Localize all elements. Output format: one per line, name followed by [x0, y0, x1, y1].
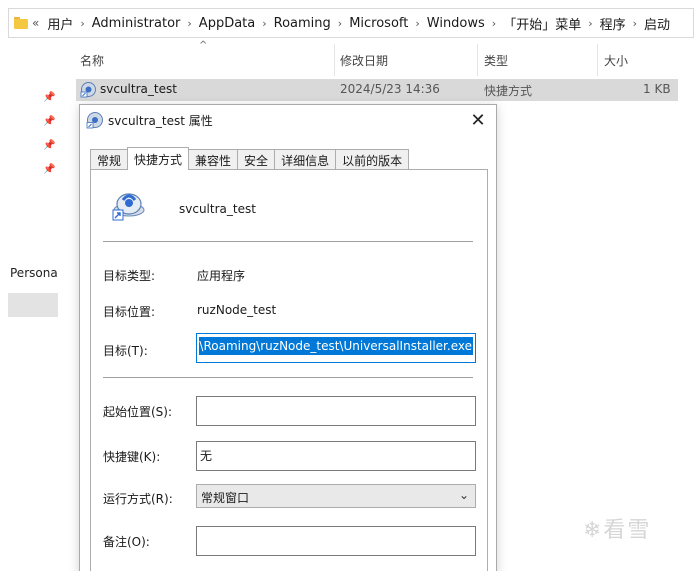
dialog-title: svcultra_test 属性	[108, 114, 213, 128]
start-in-label: 起始位置(S):	[103, 405, 173, 419]
breadcrumb-item[interactable]: Microsoft	[345, 16, 412, 31]
shortcut-key-field[interactable]: 无	[196, 441, 476, 471]
pin-icon[interactable]: 📌	[43, 92, 55, 103]
target-type-value: 应用程序	[197, 269, 246, 283]
file-name: svcultra_test	[100, 82, 177, 96]
dialog-titlebar[interactable]: svcultra_test 属性 ✕	[80, 105, 496, 135]
nav-item-personal[interactable]: Persona	[10, 266, 58, 280]
comment-label: 备注(O):	[103, 535, 150, 549]
address-bar[interactable]: « 用户 › Administrator › AppData › Roaming…	[8, 8, 694, 38]
file-row[interactable]: svcultra_test 2024/5/23 14:36 快捷方式 1 KB	[76, 79, 678, 101]
breadcrumb-item[interactable]: AppData	[195, 16, 259, 31]
comment-field[interactable]	[196, 526, 476, 556]
shortcut-app-icon	[80, 82, 96, 98]
breadcrumb-chevron-icon[interactable]: ›	[489, 17, 499, 30]
breadcrumb-chevron-icon[interactable]: ›	[184, 17, 194, 30]
divider	[103, 377, 473, 378]
application-name: svcultra_test	[179, 202, 256, 216]
divider	[103, 241, 473, 242]
file-date: 2024/5/23 14:36	[340, 82, 440, 96]
nav-item-selected[interactable]	[8, 293, 58, 317]
column-header-type[interactable]: 类型	[484, 44, 508, 76]
tab-panel-shortcut: svcultra_test 目标类型: 应用程序 目标位置: ruzNode_t…	[90, 169, 488, 571]
target-label: 目标(T):	[103, 344, 148, 358]
pin-icon[interactable]: 📌	[43, 164, 55, 175]
tab-compatibility[interactable]: 兼容性	[188, 149, 239, 170]
tab-previous-versions[interactable]: 以前的版本	[335, 149, 410, 170]
tab-security[interactable]: 安全	[237, 149, 276, 170]
target-type-label: 目标类型:	[103, 269, 156, 283]
breadcrumb-item[interactable]: 启动	[640, 14, 674, 33]
breadcrumb-item[interactable]: 用户	[43, 14, 77, 33]
target-location-label: 目标位置:	[103, 305, 156, 319]
column-header-name[interactable]: 名称	[80, 44, 104, 76]
file-type: 快捷方式	[484, 84, 533, 98]
breadcrumb-chevron-icon[interactable]: ›	[630, 17, 640, 30]
tab-details[interactable]: 详细信息	[274, 149, 337, 170]
folder-icon	[14, 17, 28, 29]
properties-dialog: svcultra_test 属性 ✕ 常规 快捷方式 兼容性 安全 详细信息 以…	[79, 104, 497, 571]
close-button[interactable]: ✕	[460, 105, 496, 135]
chevron-down-icon: ⌄	[458, 488, 469, 502]
run-label: 运行方式(R):	[103, 492, 173, 506]
close-icon: ✕	[470, 109, 486, 131]
shortcut-key-label: 快捷键(K):	[103, 450, 161, 464]
column-divider[interactable]	[334, 44, 335, 76]
shortcut-app-icon	[86, 112, 103, 129]
tab-general[interactable]: 常规	[90, 149, 129, 170]
start-in-field[interactable]	[196, 396, 476, 426]
target-field[interactable]: a\Roaming\ruzNode_test\UniversalInstalle…	[196, 333, 476, 363]
tab-shortcut[interactable]: 快捷方式	[127, 147, 190, 170]
target-field-value: a\Roaming\ruzNode_test\UniversalInstalle…	[199, 337, 473, 355]
breadcrumb-chevron-icon[interactable]: ›	[335, 17, 345, 30]
sort-up-icon: ^	[199, 40, 208, 51]
run-select[interactable]: 常规窗口 ⌄	[196, 484, 476, 508]
breadcrumb-item[interactable]: 程序	[596, 14, 630, 33]
tab-bar: 常规 快捷方式 兼容性 安全 详细信息 以前的版本	[90, 147, 410, 170]
file-size: 1 KB	[643, 82, 671, 96]
watermark-logo: ❄看雪	[583, 518, 652, 543]
breadcrumb-item[interactable]: Administrator	[88, 16, 185, 31]
run-select-value: 常规窗口	[201, 491, 250, 505]
application-icon	[112, 193, 145, 221]
breadcrumb-chevron-icon[interactable]: ›	[77, 17, 87, 30]
breadcrumb-item[interactable]: Roaming	[270, 16, 335, 31]
column-divider[interactable]	[477, 44, 478, 76]
target-location-value: ruzNode_test	[197, 303, 277, 317]
column-header-date[interactable]: 修改日期	[340, 44, 388, 76]
breadcrumb-chevron-icon[interactable]: ›	[412, 17, 422, 30]
breadcrumb-chevron-icon[interactable]: ›	[585, 17, 595, 30]
breadcrumb-overflow-icon[interactable]: «	[32, 16, 39, 30]
column-divider[interactable]	[597, 44, 598, 76]
breadcrumb-item[interactable]: Windows	[423, 16, 489, 31]
column-header-size[interactable]: 大小	[604, 44, 628, 76]
pin-icon[interactable]: 📌	[43, 116, 55, 127]
pin-icon[interactable]: 📌	[43, 140, 55, 151]
breadcrumb-chevron-icon[interactable]: ›	[259, 17, 269, 30]
breadcrumb-item[interactable]: 「开始」菜单	[499, 14, 585, 33]
